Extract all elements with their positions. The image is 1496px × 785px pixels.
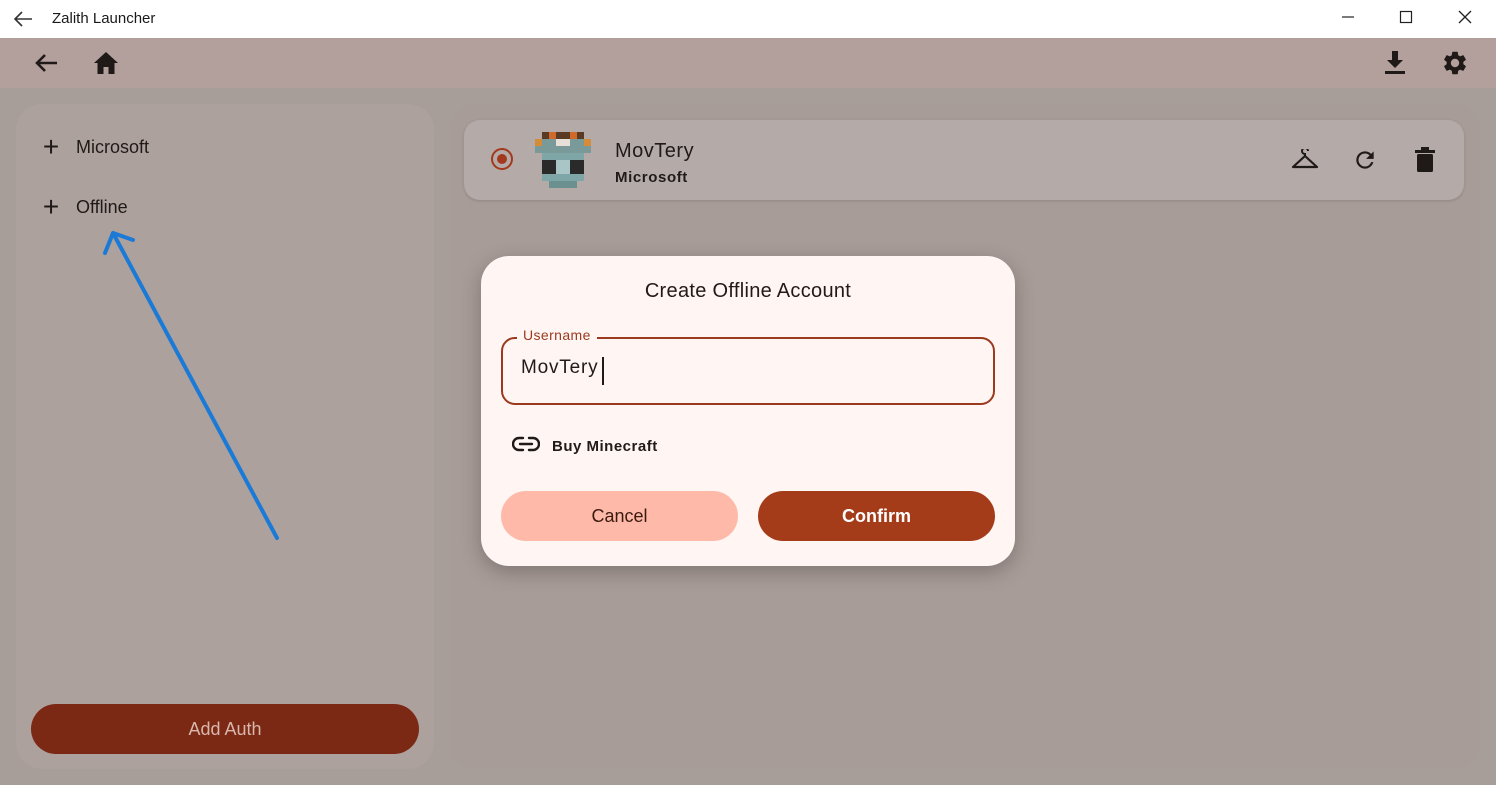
buy-minecraft-label: Buy Minecraft xyxy=(552,437,658,455)
link-icon xyxy=(511,436,541,456)
home-icon[interactable] xyxy=(91,48,121,78)
minimize-icon xyxy=(1341,10,1355,29)
back-arrow-icon[interactable] xyxy=(31,48,61,78)
create-offline-account-dialog: Create Offline Account Username Buy Mine… xyxy=(481,256,1015,566)
account-name: MovTery xyxy=(615,140,695,162)
cancel-button[interactable]: Cancel xyxy=(501,491,738,541)
account-avatar xyxy=(534,132,592,188)
settings-gear-icon[interactable] xyxy=(1440,48,1470,78)
account-card[interactable]: MovTery Microsoft xyxy=(464,120,1464,200)
close-button[interactable] xyxy=(1436,0,1494,38)
app-bar xyxy=(0,38,1496,88)
window-title: Zalith Launcher xyxy=(52,10,156,27)
username-input[interactable] xyxy=(521,357,961,379)
minimize-button[interactable] xyxy=(1319,0,1377,38)
close-icon xyxy=(1458,10,1472,29)
username-label: Username xyxy=(517,327,597,343)
window-back-icon[interactable] xyxy=(12,9,34,29)
add-auth-button[interactable]: Add Auth xyxy=(31,704,419,754)
auth-sidebar: + Microsoft + Offline Add Auth xyxy=(16,104,434,769)
buy-minecraft-link[interactable]: Buy Minecraft xyxy=(511,432,658,460)
sidebar-item-offline[interactable]: + Offline xyxy=(40,192,128,222)
dialog-title: Create Offline Account xyxy=(644,280,852,302)
text-cursor xyxy=(602,357,604,385)
sidebar-item-microsoft[interactable]: + Microsoft xyxy=(40,132,149,162)
username-field[interactable]: Username xyxy=(501,327,995,405)
trash-icon[interactable] xyxy=(1410,145,1440,175)
maximize-icon xyxy=(1399,10,1413,29)
sidebar-item-label: Offline xyxy=(76,196,128,217)
hanger-skin-icon[interactable] xyxy=(1290,145,1320,175)
refresh-icon[interactable] xyxy=(1350,145,1380,175)
confirm-button[interactable]: Confirm xyxy=(758,491,995,541)
account-select-radio[interactable] xyxy=(491,148,513,170)
window-title-bar: Zalith Launcher xyxy=(0,0,1496,39)
plus-icon: + xyxy=(42,191,60,222)
download-icon[interactable] xyxy=(1380,48,1410,78)
maximize-button[interactable] xyxy=(1377,0,1435,38)
sidebar-item-label: Microsoft xyxy=(76,136,150,157)
plus-icon: + xyxy=(42,131,60,162)
account-type: Microsoft xyxy=(615,169,688,186)
